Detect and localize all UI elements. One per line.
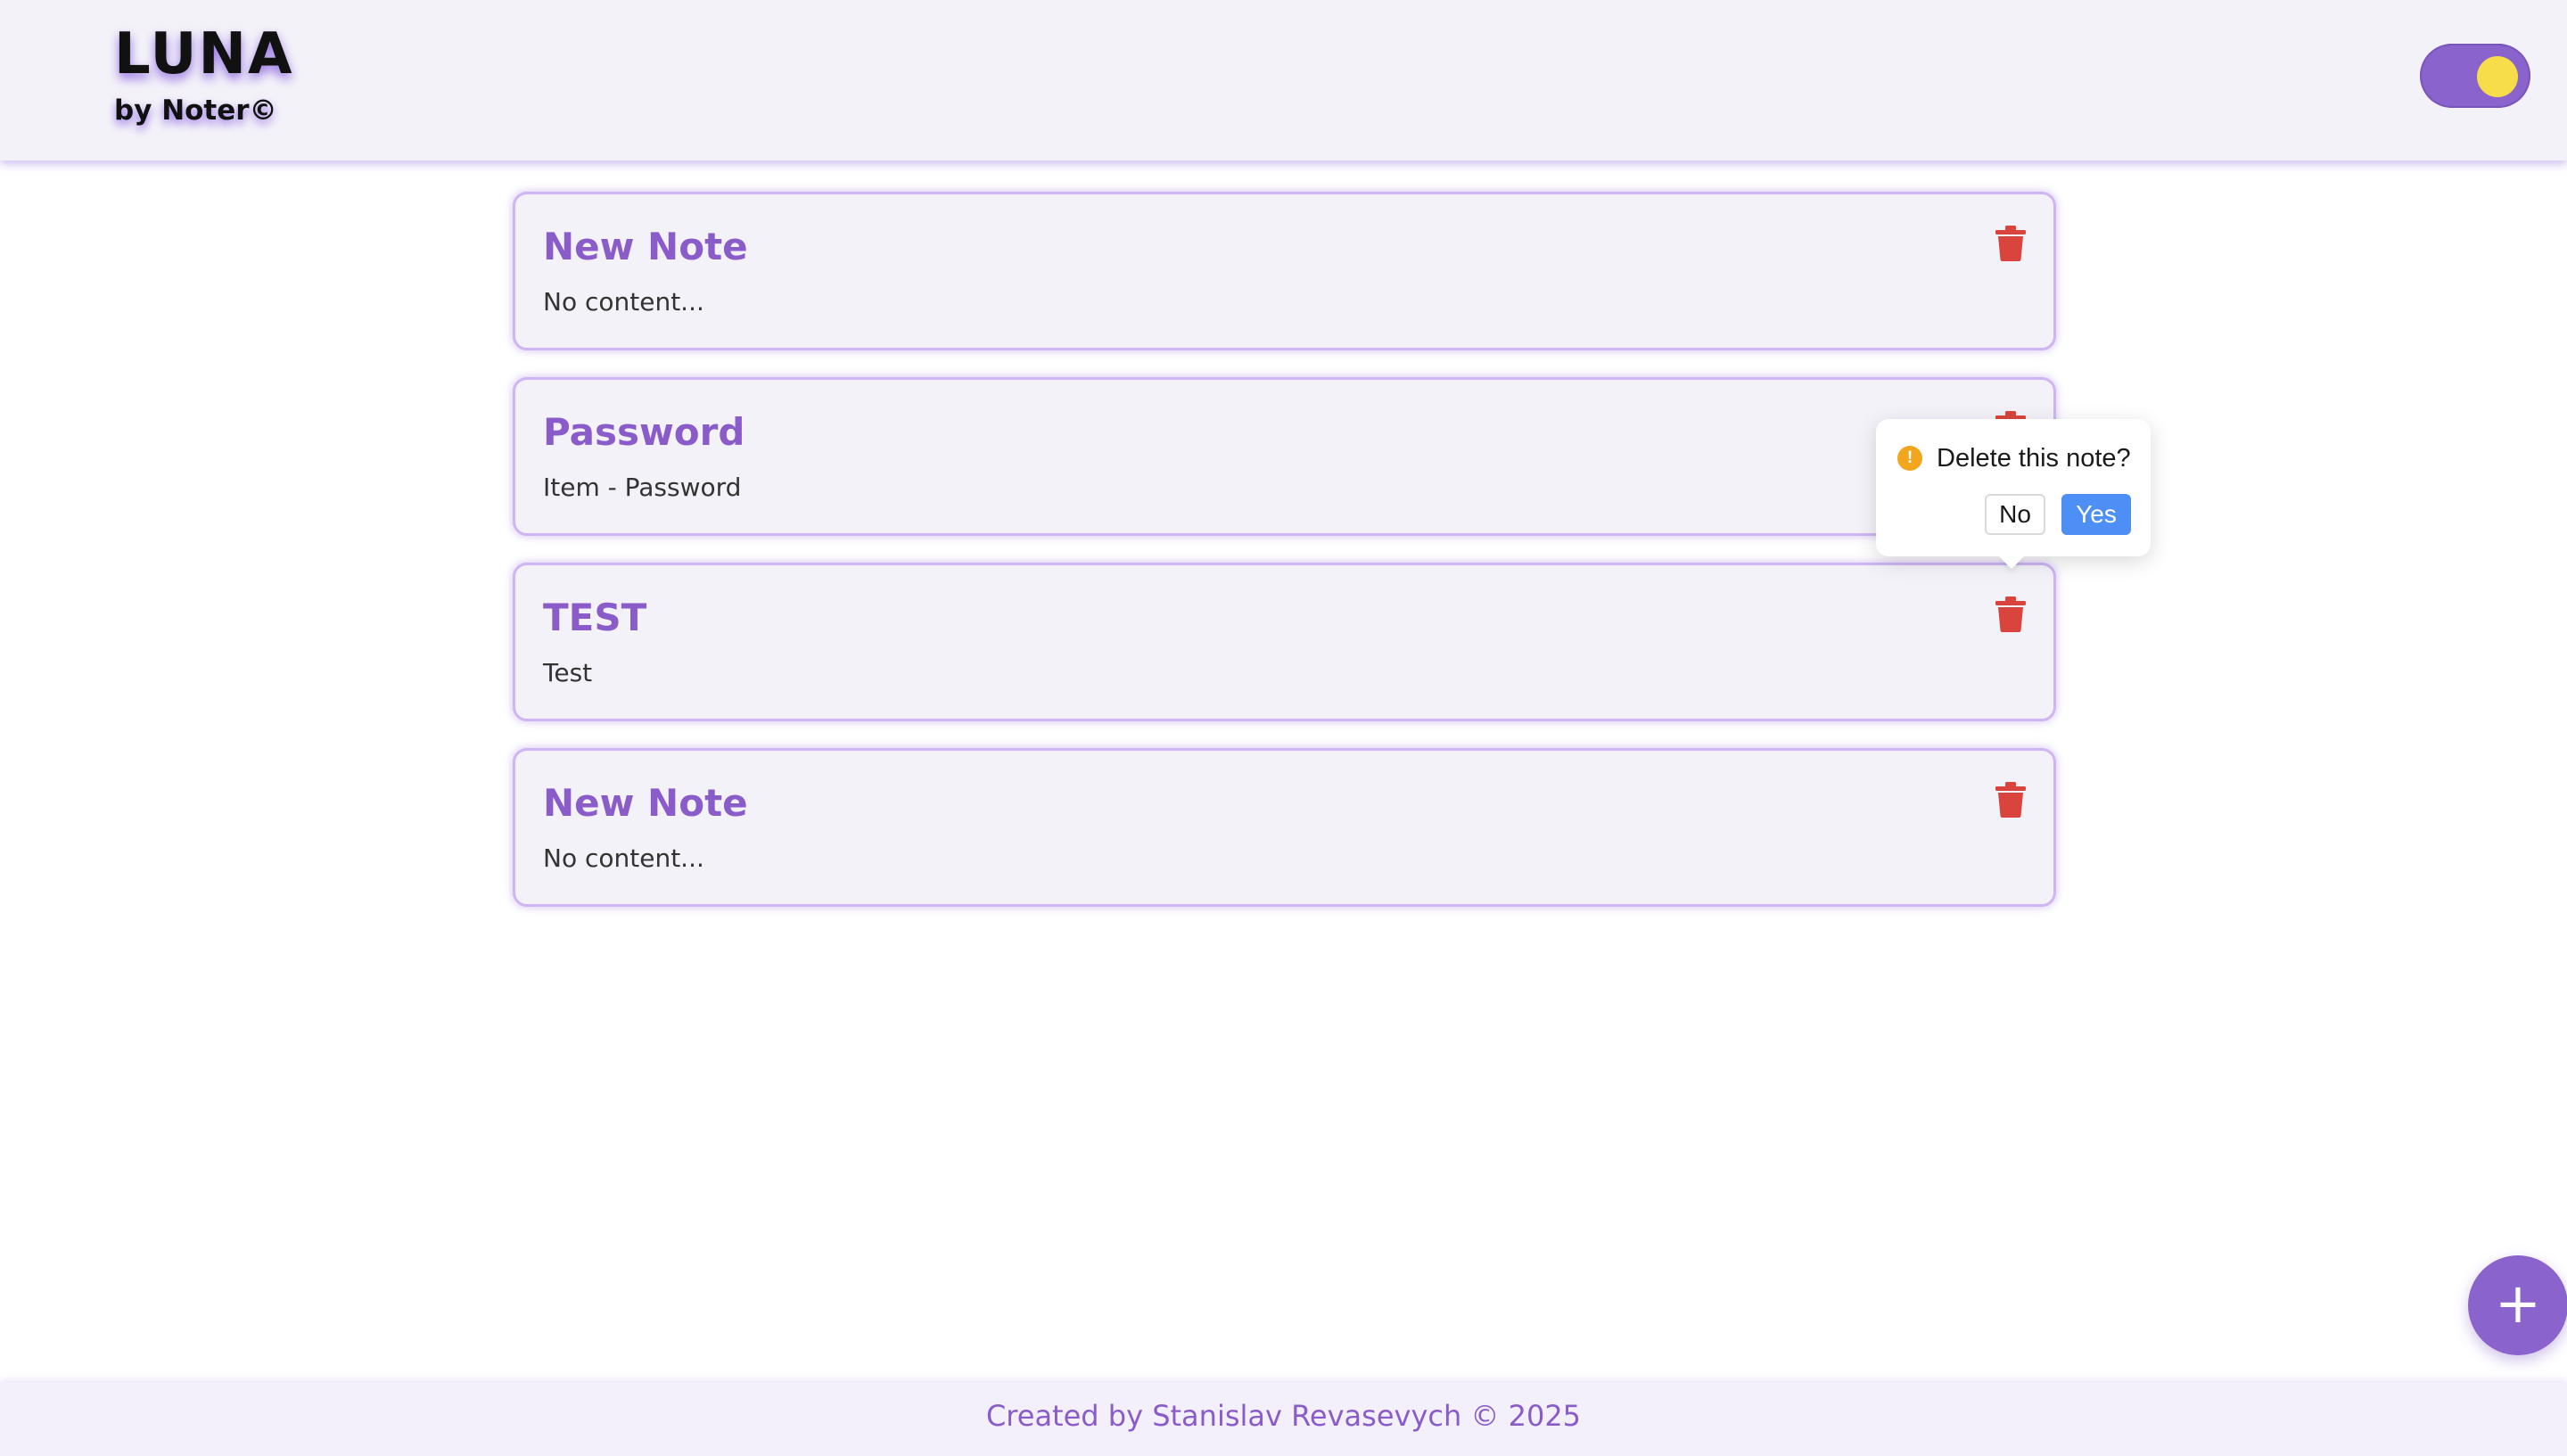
note-title: TEST — [543, 596, 647, 639]
plus-icon: + — [2495, 1271, 2541, 1336]
theme-toggle[interactable] — [2420, 44, 2530, 108]
logo-subtitle: by Noter© — [114, 95, 277, 127]
note-title: New Note — [543, 781, 748, 825]
notes-list: New Note No content... Password Item - P… — [513, 192, 2056, 934]
note-card[interactable]: TEST Test — [513, 563, 2056, 721]
note-card[interactable]: New Note No content... — [513, 192, 2056, 350]
note-title: Password — [543, 410, 745, 454]
note-title: New Note — [543, 225, 748, 268]
footer-credit: Created by Stanislav Revasevych © 2025 — [985, 1399, 1582, 1433]
add-note-button[interactable]: + — [2468, 1255, 2567, 1355]
confirm-yes-button[interactable]: Yes — [2061, 494, 2131, 535]
trash-icon[interactable] — [1995, 782, 2026, 818]
app-footer: Created by Stanislav Revasevych © 2025 — [0, 1383, 2567, 1456]
note-content: No content... — [543, 843, 704, 873]
sun-icon — [2477, 56, 2518, 97]
trash-icon[interactable] — [1995, 226, 2026, 261]
note-card[interactable]: New Note No content... — [513, 748, 2056, 907]
note-content: Test — [543, 658, 593, 687]
trash-icon[interactable] — [1995, 596, 2026, 632]
note-content: No content... — [543, 287, 704, 317]
note-content: Item - Password — [543, 473, 742, 502]
app-header: LUNA by Noter© — [0, 0, 2567, 160]
logo-title: LUNA — [114, 21, 294, 87]
note-card[interactable]: Password Item - Password — [513, 377, 2056, 536]
delete-confirm-popover: ! Delete this note? No Yes — [1876, 419, 2151, 570]
exclamation-circle-icon: ! — [1897, 446, 1922, 471]
confirm-no-button[interactable]: No — [1985, 494, 2045, 535]
confirm-message: Delete this note? — [1937, 444, 2131, 473]
